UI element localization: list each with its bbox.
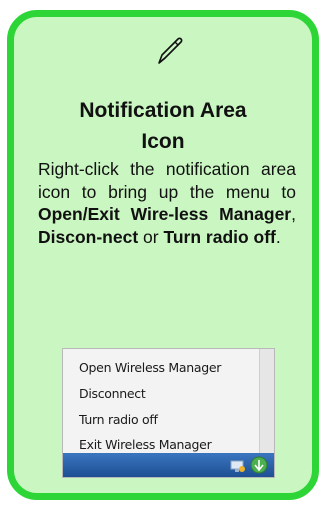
- wireless-manager-tray-icon[interactable]: [250, 456, 268, 474]
- menu-item-exit-wireless-manager[interactable]: Exit Wireless Manager: [79, 437, 212, 452]
- context-menu-screenshot: Open Wireless Manager Disconnect Turn ra…: [62, 348, 275, 478]
- menu-item-turn-radio-off[interactable]: Turn radio off: [79, 412, 158, 427]
- body-text-3: or: [138, 226, 164, 247]
- body-text-2: ,: [291, 204, 296, 224]
- body-bold-disconnect: Discon-nect: [38, 226, 139, 247]
- context-menu: Open Wireless Manager Disconnect Turn ra…: [63, 349, 258, 454]
- notification-card: Notification Area Icon Right-click the n…: [7, 10, 319, 500]
- card-title-line-1: Notification Area: [79, 99, 247, 122]
- window-edge-strip: [259, 349, 274, 454]
- pen-icon: [158, 37, 183, 64]
- network-tray-icon[interactable]: [230, 459, 246, 473]
- body-bold-open-exit: Open/Exit Wire-less Manager: [38, 204, 292, 224]
- card-title: Notification Area Icon: [14, 95, 312, 157]
- card-body-text: Right-click the notification area icon t…: [38, 158, 296, 248]
- body-bold-turn-radio-off: Turn radio off: [163, 226, 276, 247]
- card-title-line-2: Icon: [141, 130, 185, 153]
- taskbar: [63, 453, 274, 477]
- body-text-1: Right-click the notification area icon t…: [38, 159, 296, 202]
- body-text-4: .: [275, 226, 281, 247]
- menu-item-disconnect[interactable]: Disconnect: [79, 386, 146, 401]
- menu-item-open-wireless-manager[interactable]: Open Wireless Manager: [79, 360, 221, 375]
